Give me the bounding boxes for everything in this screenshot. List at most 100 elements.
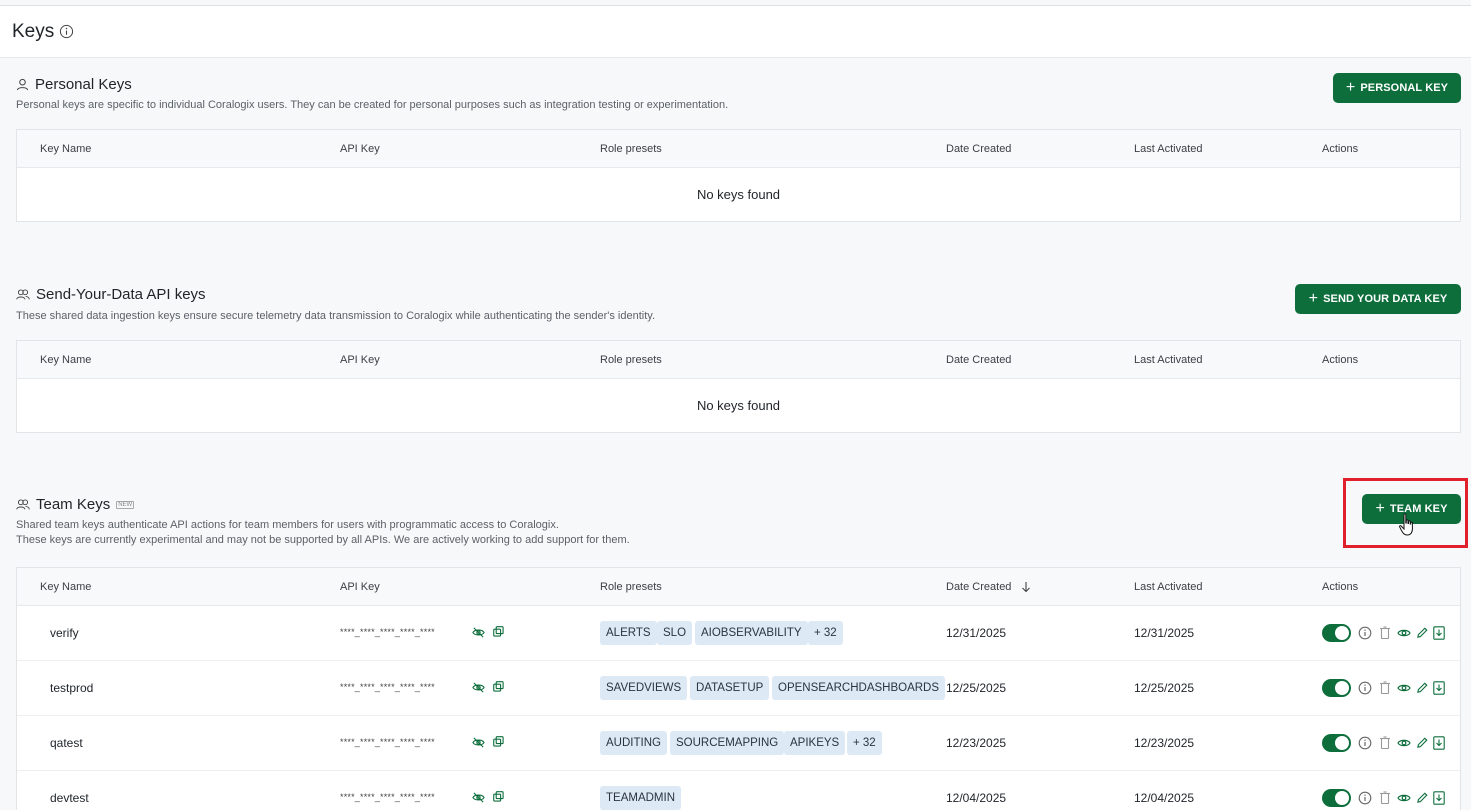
eye-icon[interactable] [1397, 626, 1411, 640]
role-tag: AUDITING [600, 731, 667, 755]
sort-down-icon[interactable] [1021, 581, 1031, 593]
eye-off-icon[interactable] [472, 791, 485, 804]
api-key-masked: ****_****_****_****_**** [340, 627, 435, 637]
eye-icon[interactable] [1397, 736, 1411, 750]
pencil-icon[interactable] [1416, 791, 1429, 804]
role-tag-more[interactable]: + 32 [847, 731, 882, 755]
plus-icon: + [1345, 79, 1356, 96]
copy-icon[interactable] [493, 681, 504, 692]
role-tag-more[interactable]: + 32 [808, 621, 843, 645]
col-role-presets[interactable]: Role presets [600, 354, 662, 366]
col-api-key[interactable]: API Key [340, 143, 380, 155]
col-key-name[interactable]: Key Name [40, 143, 91, 155]
info-icon[interactable] [1358, 736, 1372, 750]
table-row[interactable]: testprod ****_****_****_****_**** SAVEDV… [17, 661, 1460, 716]
col-actions: Actions [1322, 143, 1359, 155]
info-icon[interactable] [1358, 626, 1372, 640]
empty-state: No keys found [696, 187, 781, 202]
eye-off-icon[interactable] [472, 681, 485, 694]
add-personal-key-button[interactable]: + PERSONAL KEY [1333, 73, 1461, 103]
api-key-masked: ****_****_****_****_**** [340, 792, 435, 802]
copy-icon[interactable] [493, 626, 504, 637]
users-icon [16, 289, 30, 300]
team-keys-title: Team Keys NEW [16, 496, 135, 513]
role-tag: APIKEYS [784, 731, 846, 755]
eye-icon[interactable] [1397, 681, 1411, 695]
key-name: qatest [50, 736, 83, 750]
col-api-key[interactable]: API Key [340, 581, 380, 593]
last-activated: 12/04/2025 [1134, 791, 1195, 805]
role-tag: ALERTS [600, 621, 657, 645]
role-tag: OPENSEARCHDASHBOARDS [772, 676, 946, 700]
hand-cursor-icon [1399, 513, 1413, 536]
empty-state: No keys found [696, 398, 781, 413]
send-data-keys-table: Key Name API Key Role presets Date Creat… [16, 340, 1461, 433]
role-tag: TEAMADMIN [600, 786, 681, 810]
team-keys-description-line1: Shared team keys authenticate API action… [16, 519, 559, 531]
table-row[interactable]: devtest ****_****_****_****_**** TEAMADM… [17, 771, 1460, 810]
download-icon[interactable] [1433, 736, 1445, 750]
col-actions: Actions [1322, 354, 1359, 366]
trash-icon[interactable] [1379, 626, 1391, 640]
col-key-name[interactable]: Key Name [40, 354, 91, 366]
api-key-masked: ****_****_****_****_**** [340, 737, 435, 747]
active-toggle[interactable] [1322, 734, 1351, 752]
plus-icon: + [1308, 290, 1319, 307]
col-api-key[interactable]: API Key [340, 354, 380, 366]
info-icon[interactable] [1358, 681, 1372, 695]
send-data-keys-title: Send-Your-Data API keys [16, 286, 206, 303]
new-badge: NEW [116, 500, 135, 509]
users-icon [16, 499, 30, 510]
api-key-masked: ****_****_****_****_**** [340, 682, 435, 692]
download-icon[interactable] [1433, 626, 1445, 640]
eye-icon[interactable] [1397, 791, 1411, 805]
add-send-data-key-button[interactable]: + SEND YOUR DATA KEY [1295, 284, 1461, 314]
page-title: Keys [12, 21, 55, 42]
col-date-created[interactable]: Date Created [946, 581, 1011, 593]
col-date-created[interactable]: Date Created [946, 354, 1011, 366]
info-icon[interactable] [1358, 791, 1372, 805]
col-role-presets[interactable]: Role presets [600, 143, 662, 155]
pencil-icon[interactable] [1416, 736, 1429, 749]
role-tag: AIOBSERVABILITY [695, 621, 808, 645]
pencil-icon[interactable] [1416, 626, 1429, 639]
eye-off-icon[interactable] [472, 736, 485, 749]
trash-icon[interactable] [1379, 681, 1391, 695]
date-created: 12/04/2025 [946, 791, 1007, 805]
trash-icon[interactable] [1379, 791, 1391, 805]
info-icon[interactable] [59, 24, 74, 39]
pencil-icon[interactable] [1416, 681, 1429, 694]
active-toggle[interactable] [1322, 679, 1351, 697]
col-key-name[interactable]: Key Name [40, 581, 91, 593]
table-row[interactable]: qatest ****_****_****_****_**** AUDITING… [17, 716, 1460, 771]
trash-icon[interactable] [1379, 736, 1391, 750]
download-icon[interactable] [1433, 791, 1445, 805]
copy-icon[interactable] [493, 791, 504, 802]
col-last-activated[interactable]: Last Activated [1134, 354, 1203, 366]
key-name: verify [50, 626, 79, 640]
copy-icon[interactable] [493, 736, 504, 747]
personal-keys-table: Key Name API Key Role presets Date Creat… [16, 129, 1461, 222]
role-tag: DATASETUP [690, 676, 770, 700]
col-last-activated[interactable]: Last Activated [1134, 581, 1203, 593]
key-name: testprod [50, 681, 94, 695]
table-row[interactable]: verify ****_****_****_****_**** ALERTS S… [17, 606, 1460, 661]
team-keys-description: Shared team keys authenticate API action… [16, 518, 630, 548]
col-actions: Actions [1322, 581, 1359, 593]
col-role-presets[interactable]: Role presets [600, 581, 662, 593]
add-send-data-key-label: SEND YOUR DATA KEY [1323, 293, 1448, 305]
team-keys-description-line2: These keys are currently experimental an… [16, 534, 630, 546]
last-activated: 12/23/2025 [1134, 736, 1195, 750]
active-toggle[interactable] [1322, 624, 1351, 642]
col-last-activated[interactable]: Last Activated [1134, 143, 1203, 155]
download-icon[interactable] [1433, 681, 1445, 695]
last-activated: 12/31/2025 [1134, 626, 1195, 640]
last-activated: 12/25/2025 [1134, 681, 1195, 695]
date-created: 12/23/2025 [946, 736, 1007, 750]
active-toggle[interactable] [1322, 789, 1351, 807]
col-date-created[interactable]: Date Created [946, 143, 1011, 155]
personal-keys-description: Personal keys are specific to individual… [16, 99, 729, 111]
send-data-keys-description: These shared data ingestion keys ensure … [16, 310, 656, 322]
table-header: Key Name API Key Role presets Date Creat… [17, 341, 1460, 379]
eye-off-icon[interactable] [472, 626, 485, 639]
